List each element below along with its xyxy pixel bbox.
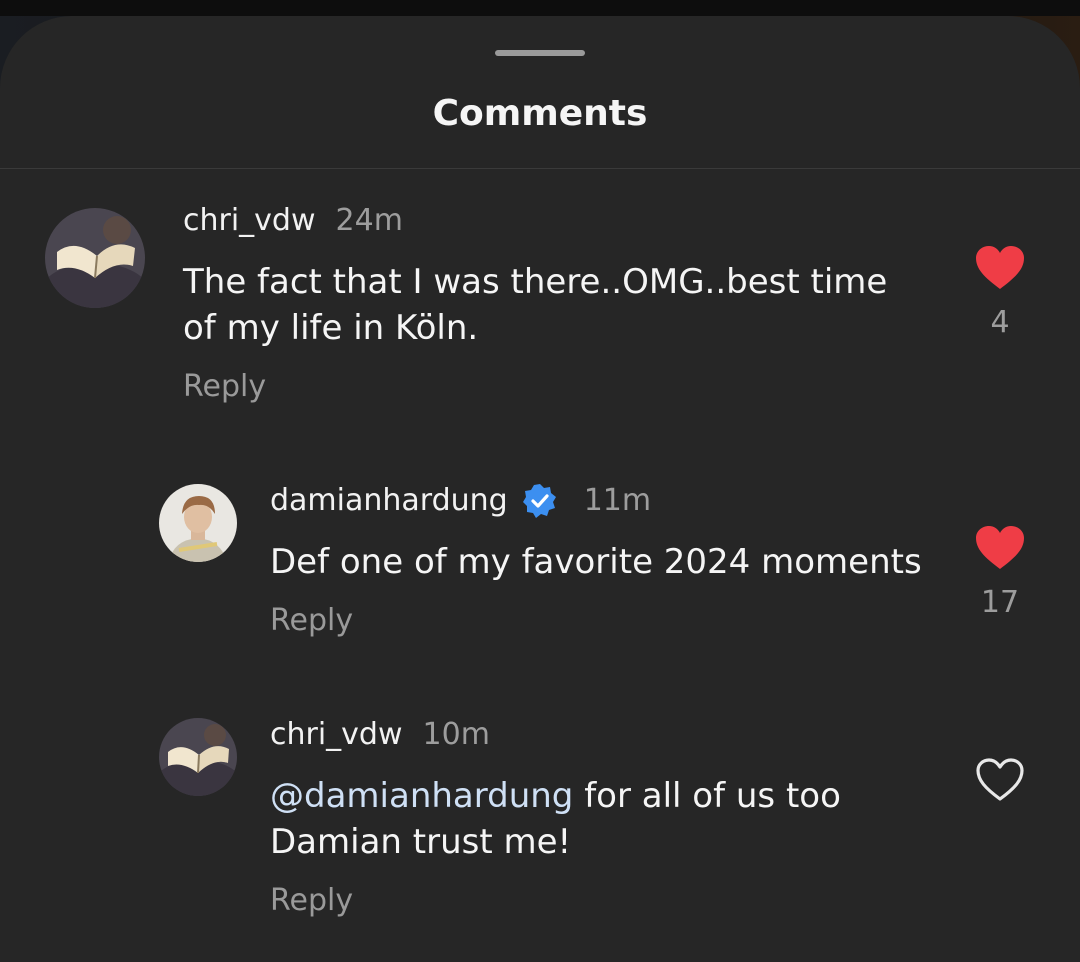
heart-icon[interactable]	[974, 524, 1026, 572]
username[interactable]: damianhardung	[270, 482, 508, 520]
reply-button[interactable]: Reply	[183, 368, 266, 406]
status-bar	[0, 0, 1080, 16]
comment-meta: damianhardung 11m	[270, 482, 651, 520]
comment-text-line: Def one of my favorite 2024 moments	[270, 542, 922, 582]
comment-meta: chri_vdw 24m	[183, 202, 403, 240]
heart-outline-icon[interactable]	[974, 756, 1026, 804]
timestamp: 24m	[335, 203, 403, 238]
timestamp: 10m	[422, 717, 490, 752]
comment-text-line: The fact that I was there..OMG..best tim…	[183, 262, 888, 302]
avatar[interactable]	[159, 484, 237, 562]
verified-badge-icon	[522, 483, 558, 519]
avatar[interactable]	[159, 718, 237, 796]
comment-text: for all of us too	[573, 776, 841, 816]
reply-button[interactable]: Reply	[270, 602, 353, 640]
heart-icon[interactable]	[974, 244, 1026, 292]
drag-handle[interactable]	[495, 50, 585, 56]
comments-sheet: Comments chri_vdw 24m The fact that I wa…	[0, 16, 1080, 962]
timestamp: 11m	[583, 483, 652, 518]
sheet-title: Comments	[432, 93, 648, 134]
header-divider	[0, 168, 1080, 169]
comment-text-line: @damianhardung for all of us too	[270, 773, 841, 819]
like-count: 4	[990, 305, 1010, 340]
comment-text-line: of my life in Köln.	[183, 308, 479, 348]
mention-link[interactable]: @damianhardung	[270, 776, 573, 816]
comment-meta: chri_vdw 10m	[270, 716, 490, 754]
comment-text-line: Damian trust me!	[270, 822, 572, 862]
username[interactable]: chri_vdw	[183, 202, 316, 240]
reply-button[interactable]: Reply	[270, 882, 353, 920]
avatar[interactable]	[45, 208, 145, 308]
like-count: 17	[980, 585, 1020, 620]
username[interactable]: chri_vdw	[270, 716, 403, 754]
